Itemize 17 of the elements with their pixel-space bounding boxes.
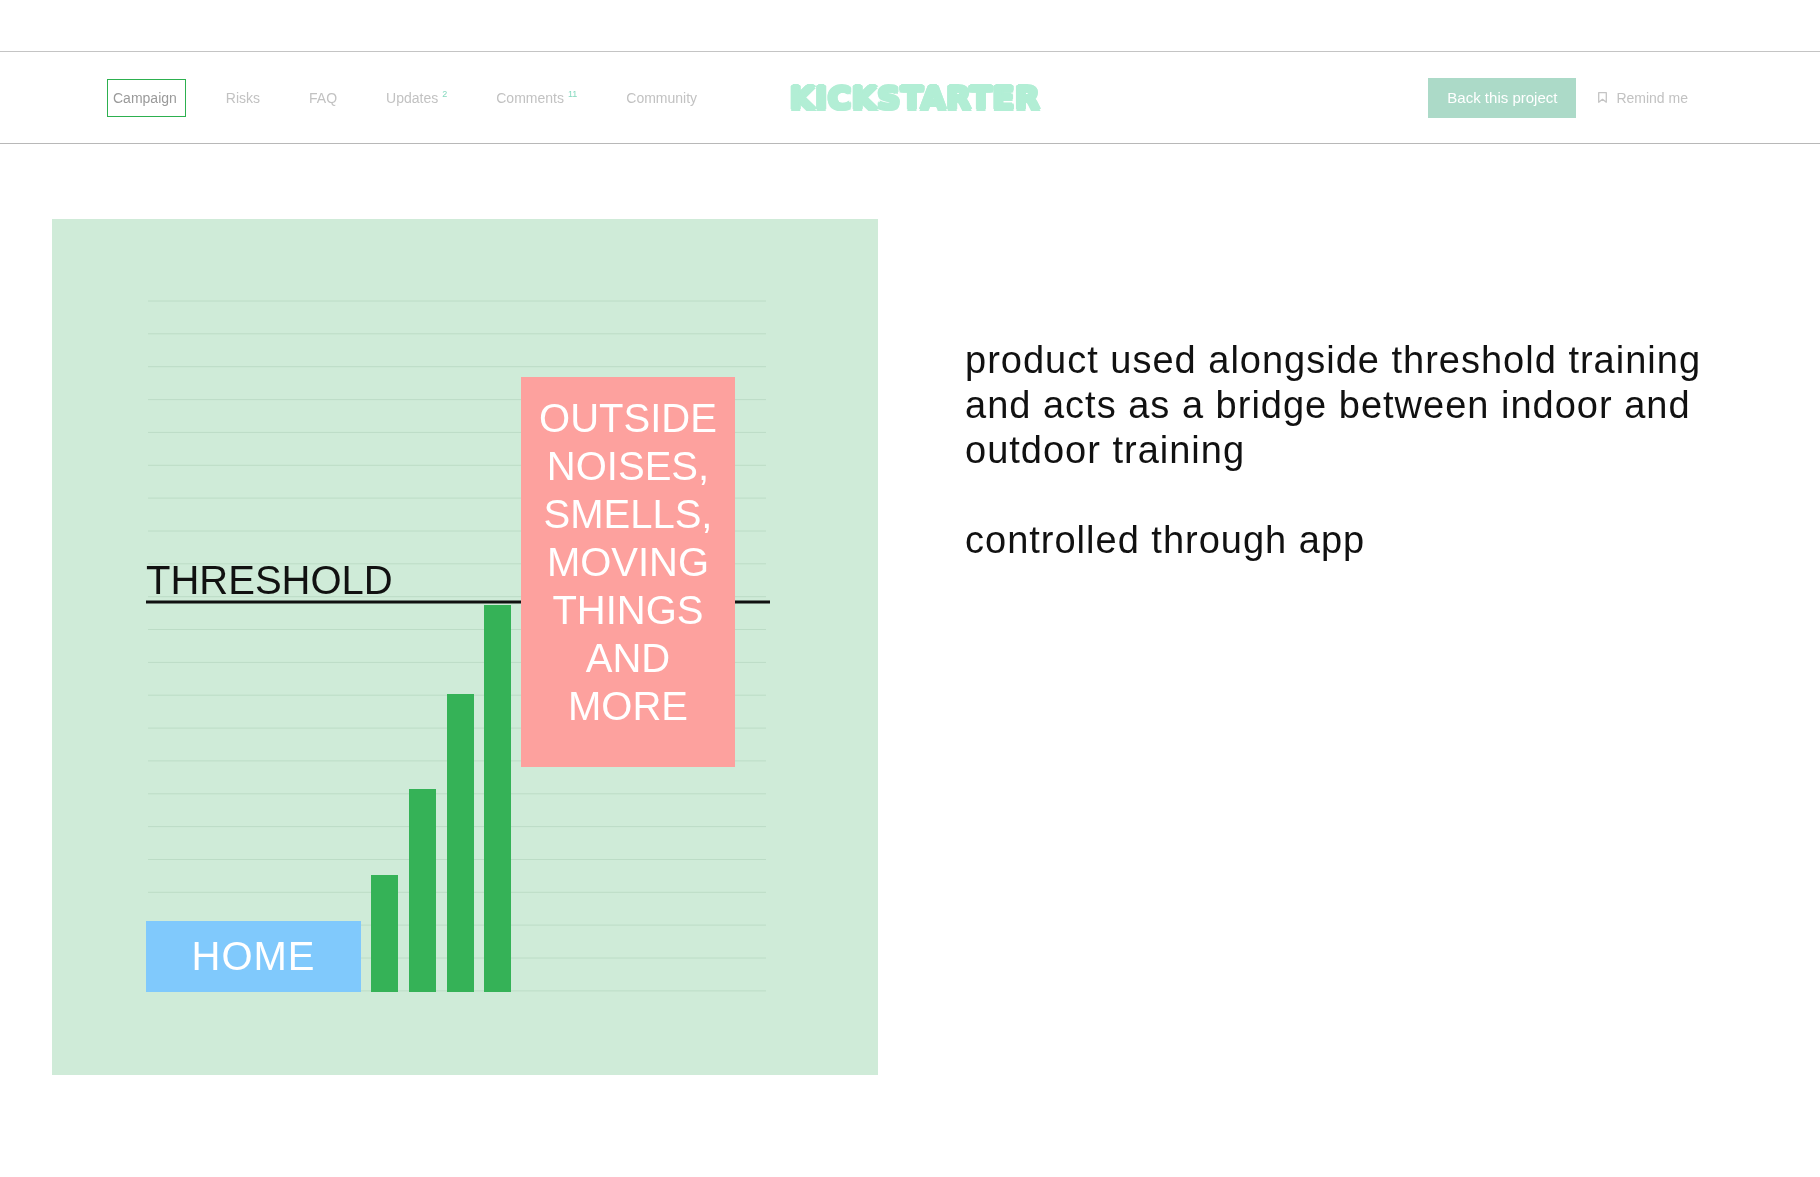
nav-tab[interactable]: Risks	[219, 78, 270, 117]
nav-tab[interactable]: Comments 11	[490, 78, 587, 117]
description-paragraph: product used alongside threshold training and acts as a bridge between indoor and outdoor training	[965, 338, 1703, 473]
description-paragraph: controlled through app	[965, 518, 1367, 563]
tab-count: 11	[567, 88, 578, 99]
home-label: HOME	[146, 921, 361, 992]
outside-stimuli-label: OUTSIDE NOISES, SMELLS, MOVING THINGS AND MORE	[521, 377, 735, 767]
logo-wordmark[interactable]: KICKSTARTER	[789, 80, 1041, 115]
remind-me-link[interactable]: Remind me	[1598, 89, 1688, 106]
threshold-label: THRESHOLD	[146, 560, 393, 600]
nav-tab[interactable]: Updates 2	[380, 78, 457, 117]
bookmark-icon	[1598, 92, 1608, 103]
tab-count: 2	[442, 88, 448, 99]
nav-tab[interactable]: Campaign	[107, 78, 186, 117]
nav-tab[interactable]: FAQ	[303, 78, 347, 117]
nav-tab[interactable]: Community	[620, 78, 707, 117]
back-project-button[interactable]: Back this project	[1428, 77, 1577, 118]
